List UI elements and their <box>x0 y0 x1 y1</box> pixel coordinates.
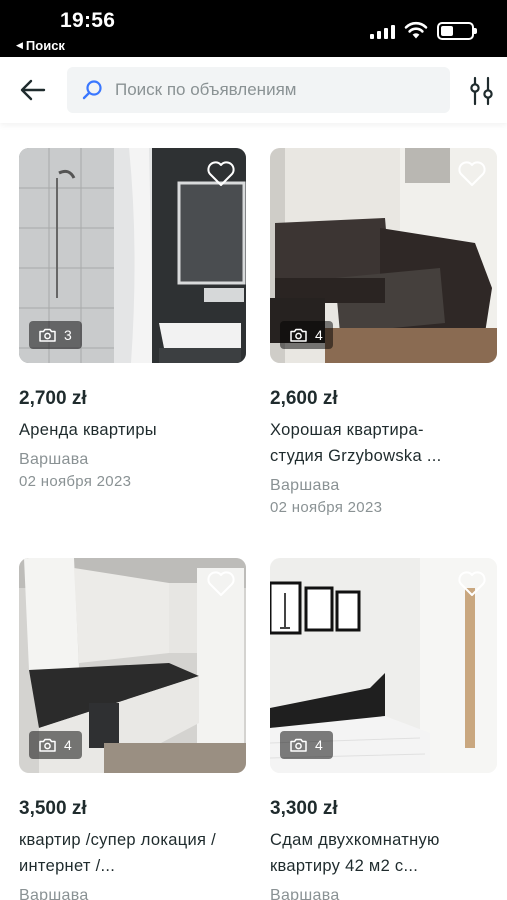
photo-count-badge: 3 <box>29 321 82 349</box>
favorite-heart-icon[interactable] <box>206 160 236 187</box>
photo-count-badge: 4 <box>280 321 333 349</box>
status-time: 19:56 <box>60 9 116 32</box>
back-to-app-label: Поиск <box>25 38 65 53</box>
camera-icon <box>39 738 56 752</box>
camera-icon <box>290 738 307 752</box>
listing-city: Варшава <box>270 477 340 494</box>
back-triangle-icon: ◀ <box>16 40 23 50</box>
favorite-heart-icon[interactable] <box>206 570 236 597</box>
listing-title-line: интернет /... <box>19 857 116 875</box>
camera-icon <box>290 328 307 342</box>
listing-title-line: Аренда квартиры <box>19 421 157 439</box>
listing-date: 02 ноября 2023 <box>270 499 383 516</box>
listing-title-line: Сдам двухкомнатную <box>270 831 440 849</box>
search-box[interactable] <box>67 67 450 113</box>
listing-title-line: квартир /супер локация / <box>19 831 216 849</box>
listing-price: 2,700 zł <box>19 388 87 409</box>
listing-title-line: квартиру 42 м2 с... <box>270 857 419 875</box>
favorite-heart-icon[interactable] <box>457 160 487 187</box>
listing-card[interactable]: 3 2,700 zł Аренда квартиры Варшава 02 но… <box>19 148 246 490</box>
favorite-heart-icon[interactable] <box>457 570 487 597</box>
listing-photo[interactable]: 4 <box>19 558 246 773</box>
photo-count: 4 <box>315 737 323 753</box>
listing-card[interactable]: 4 2,600 zł Хорошая квартира- студия Grzy… <box>270 148 497 516</box>
listing-photo[interactable]: 4 <box>270 558 497 773</box>
wifi-icon <box>404 21 428 39</box>
filter-sliders-icon[interactable] <box>466 75 498 107</box>
search-icon <box>82 80 102 100</box>
listing-title[interactable]: Хорошая квартира- студия Grzybowska ... <box>270 417 497 469</box>
search-input[interactable] <box>115 80 435 100</box>
listing-city: Варшава <box>19 887 89 900</box>
listing-title[interactable]: Сдам двухкомнатную квартиру 42 м2 с... <box>270 827 497 879</box>
photo-count: 4 <box>64 737 72 753</box>
listing-date: 02 ноября 2023 <box>19 473 132 490</box>
listing-title[interactable]: Аренда квартиры <box>19 417 246 443</box>
arrow-left-icon <box>20 79 46 101</box>
listing-price: 2,600 zł <box>270 388 338 409</box>
photo-count-badge: 4 <box>280 731 333 759</box>
listing-photo[interactable]: 3 <box>19 148 246 363</box>
listing-title[interactable]: квартир /супер локация / интернет /... <box>19 827 246 879</box>
back-button[interactable] <box>16 73 50 107</box>
photo-count-badge: 4 <box>29 731 82 759</box>
photo-count: 4 <box>315 327 323 343</box>
listing-city: Варшава <box>270 887 340 900</box>
back-to-app-link[interactable]: ◀ Поиск <box>16 38 65 53</box>
listing-price: 3,500 zł <box>19 798 87 819</box>
listing-city: Варшава <box>19 451 89 468</box>
photo-count: 3 <box>64 327 72 343</box>
search-header <box>0 57 507 123</box>
listing-card[interactable]: 4 3,300 zł Сдам двухкомнатную квартиру 4… <box>270 558 497 900</box>
status-bar: 19:56 ◀ Поиск <box>0 0 507 57</box>
listing-title-line: Хорошая квартира- <box>270 421 424 439</box>
listing-title-line: студия Grzybowska ... <box>270 447 442 465</box>
listing-photo[interactable]: 4 <box>270 148 497 363</box>
listing-card[interactable]: 4 3,500 zł квартир /супер локация / инте… <box>19 558 246 900</box>
camera-icon <box>39 328 56 342</box>
battery-icon <box>437 22 477 40</box>
listing-price: 3,300 zł <box>270 798 338 819</box>
cellular-signal-icon <box>370 24 395 39</box>
